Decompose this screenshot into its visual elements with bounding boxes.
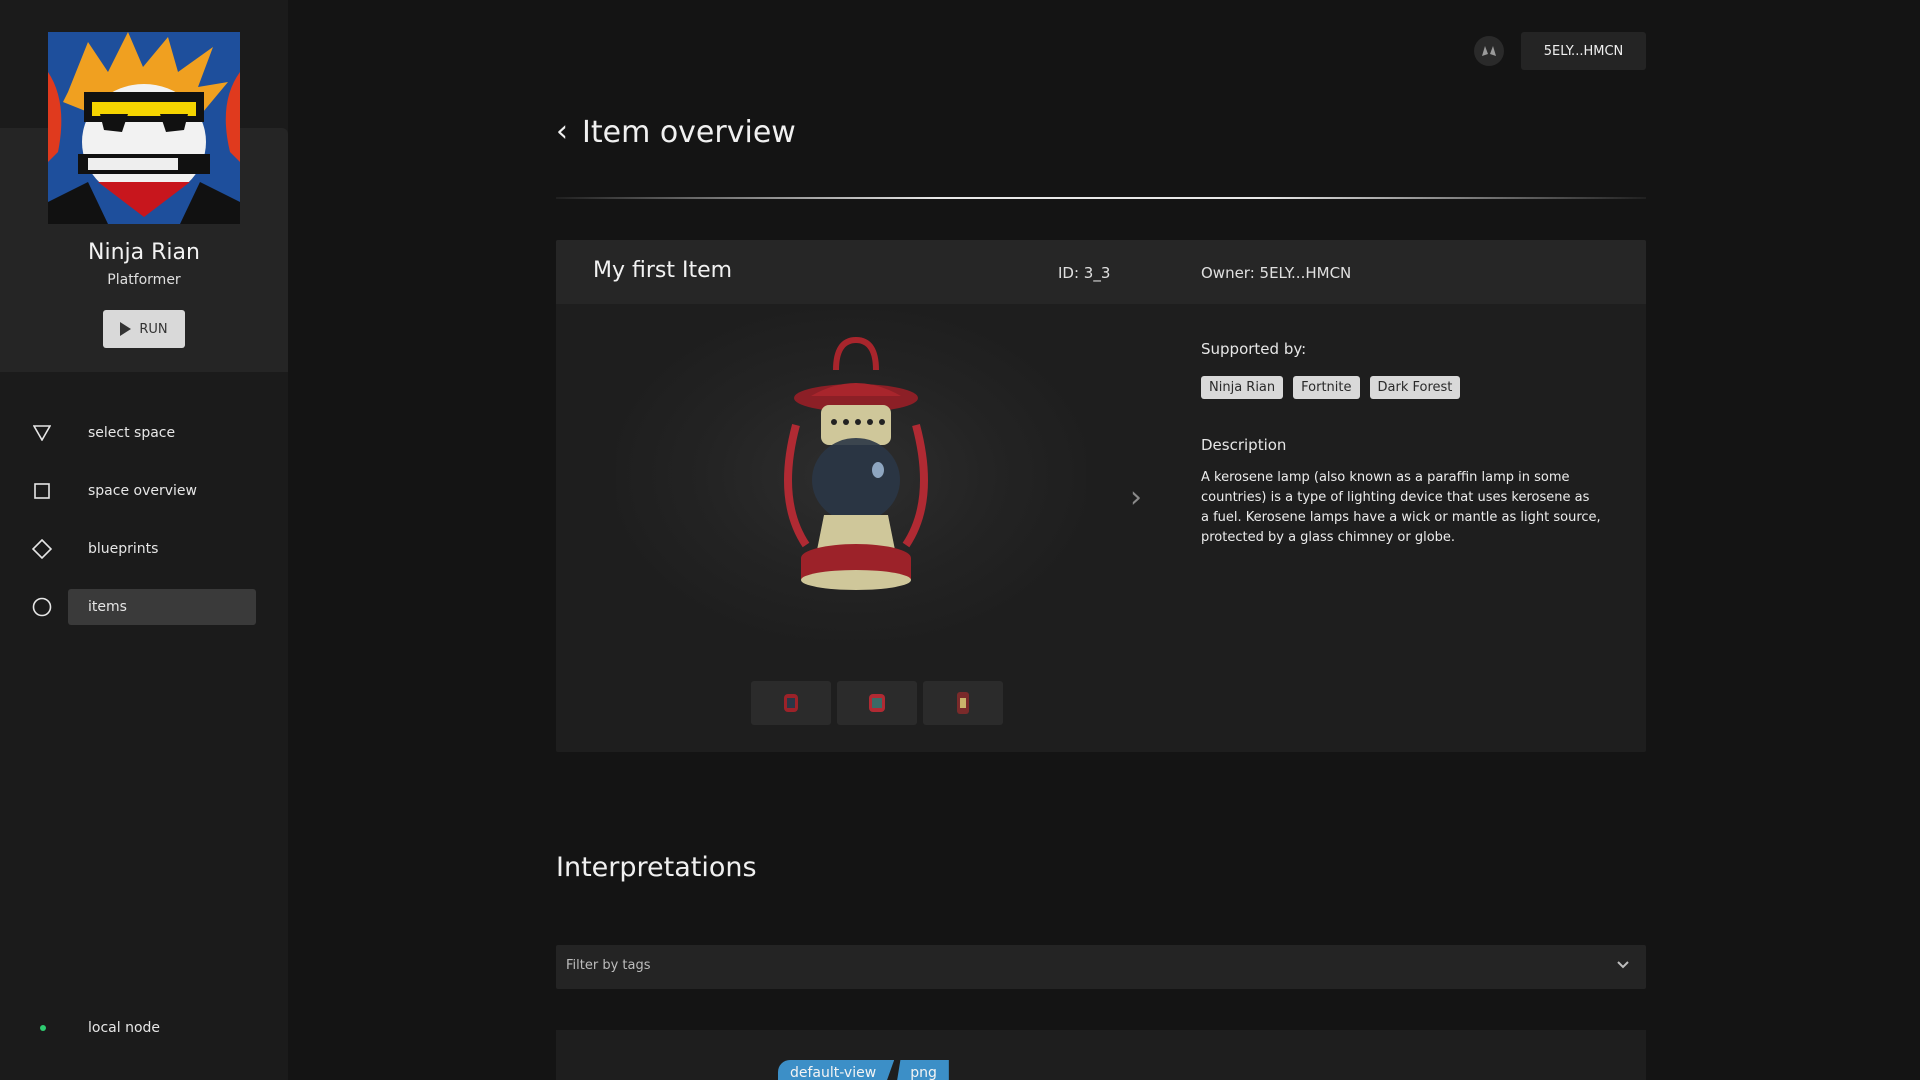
page-header: ‹ Item overview xyxy=(556,110,796,154)
interpretation-tag: png xyxy=(896,1060,949,1080)
sidebar-item-label: space overview xyxy=(88,483,197,499)
interpretation-tag: default-view xyxy=(778,1060,895,1080)
supported-by-label: Supported by: xyxy=(1201,340,1307,358)
game-tag[interactable]: Fortnite xyxy=(1293,376,1360,399)
next-image-arrow-icon[interactable]: › xyxy=(1130,480,1142,515)
user-identicon xyxy=(1482,46,1496,56)
item-image-viewer xyxy=(616,310,1086,640)
description-text: A kerosene lamp (also known as a paraffi… xyxy=(1201,470,1601,545)
item-owner: Owner: 5ELY...HMCN xyxy=(1201,264,1352,282)
header-divider xyxy=(556,197,1646,199)
chevron-down-icon xyxy=(1616,957,1630,976)
interpretations-title: Interpretations xyxy=(556,852,757,883)
triangle-down-icon xyxy=(31,422,53,444)
game-tag[interactable]: Ninja Rian xyxy=(1201,376,1284,399)
supported-games-tags: Ninja Rian Fortnite Dark Forest xyxy=(1201,376,1461,399)
thumbnail-1[interactable] xyxy=(751,681,831,725)
thumbnail-2[interactable] xyxy=(837,681,917,725)
back-chevron-icon[interactable]: ‹ xyxy=(556,117,568,147)
sidebar-item-label: blueprints xyxy=(88,541,159,557)
square-icon xyxy=(31,480,53,502)
interpretation-tags: default-view png xyxy=(778,1060,949,1080)
circle-icon xyxy=(31,596,53,618)
run-button-label: RUN xyxy=(139,321,168,337)
sidebar: Ninja Rian Platformer RUN select space s… xyxy=(0,0,288,1080)
status-dot xyxy=(40,1025,46,1031)
filter-by-tags-select[interactable]: Filter by tags xyxy=(556,945,1646,989)
sidebar-item-items[interactable]: items xyxy=(0,588,288,626)
node-status: local node xyxy=(0,1010,288,1046)
game-genre: Platformer xyxy=(107,272,181,288)
game-tag[interactable]: Dark Forest xyxy=(1369,376,1461,399)
page-title: Item overview xyxy=(582,114,796,150)
description-label: Description xyxy=(1201,436,1287,454)
sidebar-item-label: select space xyxy=(88,425,176,441)
sidebar-item-blueprints[interactable]: blueprints xyxy=(0,530,288,568)
interpretation-card: default-view png xyxy=(556,1030,1646,1080)
diamond-icon xyxy=(31,538,53,560)
play-icon xyxy=(120,322,132,336)
lamp-thumbnail-icon xyxy=(869,694,885,712)
user-avatar[interactable] xyxy=(1474,36,1504,66)
sidebar-item-label: items xyxy=(68,589,256,625)
lamp-thumbnail-icon xyxy=(784,694,798,712)
item-card: My first Item ID: 3_3 Owner: 5ELY...HMCN… xyxy=(556,240,1646,752)
node-label: local node xyxy=(88,1020,161,1036)
ninja-avatar-image xyxy=(48,32,240,224)
game-avatar xyxy=(48,32,240,224)
game-name: Ninja Rian xyxy=(88,240,200,265)
thumbnail-3[interactable] xyxy=(923,681,1003,725)
item-card-header: My first Item ID: 3_3 Owner: 5ELY...HMCN xyxy=(556,240,1646,304)
kerosene-lamp-image xyxy=(784,336,928,590)
filter-placeholder: Filter by tags xyxy=(566,958,651,973)
sidebar-item-select-space[interactable]: select space xyxy=(0,414,288,452)
item-name: My first Item xyxy=(593,258,733,283)
wallet-account-button[interactable]: 5ELY...HMCN xyxy=(1521,32,1646,70)
lamp-thumbnail-icon xyxy=(957,692,969,714)
run-button[interactable]: RUN xyxy=(103,310,185,348)
sidebar-item-space-overview[interactable]: space overview xyxy=(0,472,288,510)
item-id: ID: 3_3 xyxy=(1058,264,1111,282)
